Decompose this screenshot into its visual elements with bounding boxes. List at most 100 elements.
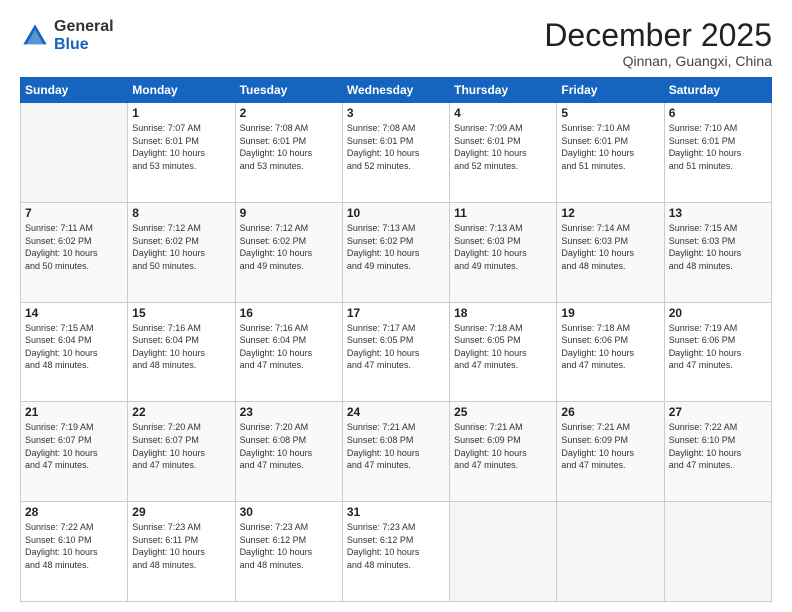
day-number: 30 (240, 505, 338, 519)
title-block: December 2025 Qinnan, Guangxi, China (544, 18, 772, 69)
day-info: Sunrise: 7:23 AM Sunset: 6:12 PM Dayligh… (240, 521, 338, 571)
day-number: 7 (25, 206, 123, 220)
day-number: 25 (454, 405, 552, 419)
header-wednesday: Wednesday (342, 78, 449, 103)
header-sunday: Sunday (21, 78, 128, 103)
logo-text: General Blue (54, 18, 114, 53)
logo-general-text: General (54, 18, 114, 36)
day-info: Sunrise: 7:07 AM Sunset: 6:01 PM Dayligh… (132, 122, 230, 172)
day-cell-2-0: 14 Sunrise: 7:15 AM Sunset: 6:04 PM Dayli… (21, 302, 128, 402)
day-cell-1-0: 7 Sunrise: 7:11 AM Sunset: 6:02 PM Daylig… (21, 202, 128, 302)
day-cell-4-3: 31Sunrise: 7:23 AM Sunset: 6:12 PM Dayli… (342, 502, 449, 602)
day-cell-2-2: 16Sunrise: 7:16 AM Sunset: 6:04 PM Dayli… (235, 302, 342, 402)
day-number: 3 (347, 106, 445, 120)
day-cell-2-1: 15Sunrise: 7:16 AM Sunset: 6:04 PM Dayli… (128, 302, 235, 402)
day-cell-1-3: 10Sunrise: 7:13 AM Sunset: 6:02 PM Dayli… (342, 202, 449, 302)
day-number: 8 (132, 206, 230, 220)
day-number: 11 (454, 206, 552, 220)
location: Qinnan, Guangxi, China (544, 53, 772, 69)
day-number: 27 (669, 405, 767, 419)
header-saturday: Saturday (664, 78, 771, 103)
header-friday: Friday (557, 78, 664, 103)
day-info: Sunrise: 7:11 AM Sunset: 6:02 PM Dayligh… (25, 222, 123, 272)
week-row-0: 1 Sunrise: 7:07 AM Sunset: 6:01 PM Daylig… (21, 103, 772, 203)
day-number: 29 (132, 505, 230, 519)
day-info: Sunrise: 7:10 AM Sunset: 6:01 PM Dayligh… (561, 122, 659, 172)
week-row-1: 7 Sunrise: 7:11 AM Sunset: 6:02 PM Daylig… (21, 202, 772, 302)
day-cell-0-4: 4Sunrise: 7:09 AM Sunset: 6:01 PM Daylig… (450, 103, 557, 203)
week-row-4: 28 Sunrise: 7:22 AM Sunset: 6:10 PM Dayli… (21, 502, 772, 602)
day-cell-3-2: 23 Sunrise: 7:20 AM Sunset: 6:08 PM Dayli… (235, 402, 342, 502)
day-info: Sunrise: 7:22 AM Sunset: 6:10 PM Dayligh… (25, 521, 123, 571)
week-row-3: 21Sunrise: 7:19 AM Sunset: 6:07 PM Dayli… (21, 402, 772, 502)
day-info: Sunrise: 7:20 AM Sunset: 6:07 PM Dayligh… (132, 421, 230, 471)
day-cell-3-0: 21Sunrise: 7:19 AM Sunset: 6:07 PM Dayli… (21, 402, 128, 502)
day-cell-2-3: 17 Sunrise: 7:17 AM Sunset: 6:05 PM Dayli… (342, 302, 449, 402)
day-info: Sunrise: 7:20 AM Sunset: 6:08 PM Dayligh… (240, 421, 338, 471)
day-info: Sunrise: 7:15 AM Sunset: 6:03 PM Dayligh… (669, 222, 767, 272)
day-cell-1-6: 13 Sunrise: 7:15 AM Sunset: 6:03 PM Dayli… (664, 202, 771, 302)
day-number: 23 (240, 405, 338, 419)
logo: General Blue (20, 18, 114, 53)
day-number: 22 (132, 405, 230, 419)
day-cell-1-5: 12Sunrise: 7:14 AM Sunset: 6:03 PM Dayli… (557, 202, 664, 302)
day-number: 5 (561, 106, 659, 120)
day-info: Sunrise: 7:12 AM Sunset: 6:02 PM Dayligh… (240, 222, 338, 272)
day-number: 15 (132, 306, 230, 320)
day-info: Sunrise: 7:18 AM Sunset: 6:06 PM Dayligh… (561, 322, 659, 372)
day-info: Sunrise: 7:22 AM Sunset: 6:10 PM Dayligh… (669, 421, 767, 471)
day-number: 19 (561, 306, 659, 320)
day-number: 20 (669, 306, 767, 320)
day-info: Sunrise: 7:10 AM Sunset: 6:01 PM Dayligh… (669, 122, 767, 172)
day-cell-3-6: 27 Sunrise: 7:22 AM Sunset: 6:10 PM Dayli… (664, 402, 771, 502)
header-row: SundayMondayTuesdayWednesdayThursdayFrid… (21, 78, 772, 103)
day-number: 13 (669, 206, 767, 220)
day-cell-3-1: 22 Sunrise: 7:20 AM Sunset: 6:07 PM Dayli… (128, 402, 235, 502)
day-cell-4-4 (450, 502, 557, 602)
day-number: 10 (347, 206, 445, 220)
header: General Blue December 2025 Qinnan, Guang… (20, 18, 772, 69)
day-cell-1-2: 9 Sunrise: 7:12 AM Sunset: 6:02 PM Daylig… (235, 202, 342, 302)
day-info: Sunrise: 7:18 AM Sunset: 6:05 PM Dayligh… (454, 322, 552, 372)
day-number: 6 (669, 106, 767, 120)
day-cell-1-4: 11Sunrise: 7:13 AM Sunset: 6:03 PM Dayli… (450, 202, 557, 302)
day-cell-0-3: 3Sunrise: 7:08 AM Sunset: 6:01 PM Daylig… (342, 103, 449, 203)
day-number: 26 (561, 405, 659, 419)
day-number: 28 (25, 505, 123, 519)
day-info: Sunrise: 7:23 AM Sunset: 6:11 PM Dayligh… (132, 521, 230, 571)
day-cell-4-2: 30 Sunrise: 7:23 AM Sunset: 6:12 PM Dayli… (235, 502, 342, 602)
day-cell-1-1: 8 Sunrise: 7:12 AM Sunset: 6:02 PM Daylig… (128, 202, 235, 302)
day-number: 1 (132, 106, 230, 120)
day-cell-4-6 (664, 502, 771, 602)
header-monday: Monday (128, 78, 235, 103)
day-info: Sunrise: 7:17 AM Sunset: 6:05 PM Dayligh… (347, 322, 445, 372)
day-cell-4-5 (557, 502, 664, 602)
day-number: 12 (561, 206, 659, 220)
header-tuesday: Tuesday (235, 78, 342, 103)
day-cell-2-5: 19 Sunrise: 7:18 AM Sunset: 6:06 PM Dayli… (557, 302, 664, 402)
day-cell-3-4: 25 Sunrise: 7:21 AM Sunset: 6:09 PM Dayli… (450, 402, 557, 502)
logo-icon (20, 21, 50, 51)
day-info: Sunrise: 7:12 AM Sunset: 6:02 PM Dayligh… (132, 222, 230, 272)
day-cell-0-1: 1 Sunrise: 7:07 AM Sunset: 6:01 PM Daylig… (128, 103, 235, 203)
day-number: 18 (454, 306, 552, 320)
day-number: 31 (347, 505, 445, 519)
day-number: 4 (454, 106, 552, 120)
day-info: Sunrise: 7:21 AM Sunset: 6:09 PM Dayligh… (454, 421, 552, 471)
day-number: 14 (25, 306, 123, 320)
day-cell-0-6: 6 Sunrise: 7:10 AM Sunset: 6:01 PM Daylig… (664, 103, 771, 203)
day-cell-3-5: 26 Sunrise: 7:21 AM Sunset: 6:09 PM Dayli… (557, 402, 664, 502)
day-cell-3-3: 24Sunrise: 7:21 AM Sunset: 6:08 PM Dayli… (342, 402, 449, 502)
day-info: Sunrise: 7:21 AM Sunset: 6:09 PM Dayligh… (561, 421, 659, 471)
page: General Blue December 2025 Qinnan, Guang… (0, 0, 792, 612)
day-info: Sunrise: 7:08 AM Sunset: 6:01 PM Dayligh… (240, 122, 338, 172)
day-info: Sunrise: 7:19 AM Sunset: 6:07 PM Dayligh… (25, 421, 123, 471)
day-number: 17 (347, 306, 445, 320)
logo-blue-text: Blue (54, 36, 114, 54)
day-info: Sunrise: 7:16 AM Sunset: 6:04 PM Dayligh… (240, 322, 338, 372)
day-info: Sunrise: 7:19 AM Sunset: 6:06 PM Dayligh… (669, 322, 767, 372)
day-info: Sunrise: 7:15 AM Sunset: 6:04 PM Dayligh… (25, 322, 123, 372)
day-number: 9 (240, 206, 338, 220)
day-cell-2-4: 18 Sunrise: 7:18 AM Sunset: 6:05 PM Dayli… (450, 302, 557, 402)
day-number: 24 (347, 405, 445, 419)
